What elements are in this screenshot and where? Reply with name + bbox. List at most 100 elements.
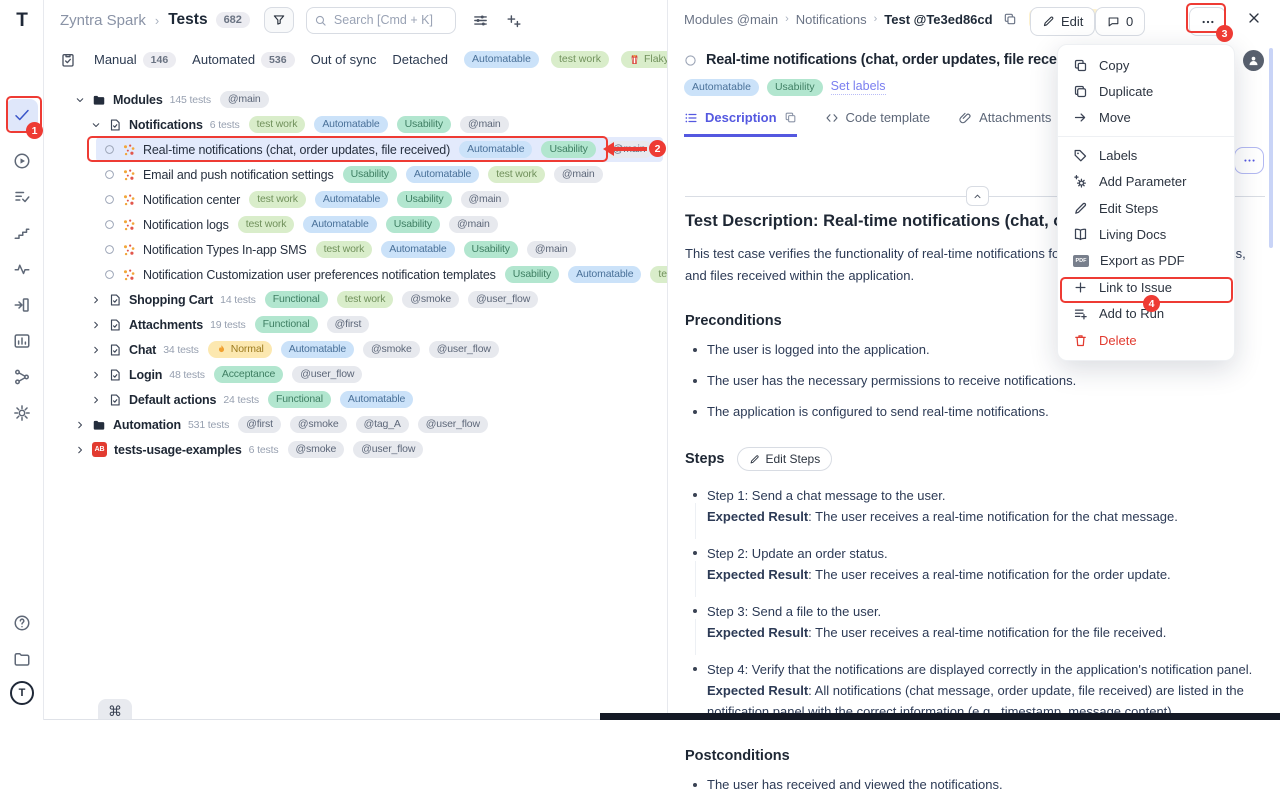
- menu-item-copy[interactable]: Copy: [1058, 52, 1234, 78]
- badge-label: Automatable: [414, 169, 471, 180]
- status-circle-icon: [104, 194, 115, 205]
- badge-test-work[interactable]: test work: [551, 51, 609, 68]
- menu-item-delete[interactable]: Delete: [1058, 327, 1234, 353]
- tree-test-7[interactable]: Notification Customization user preferen…: [44, 262, 667, 287]
- integrations-icon: [13, 368, 31, 386]
- tree-test-2[interactable]: Real-time notifications (chat, order upd…: [44, 137, 667, 162]
- chevron-right-icon[interactable]: [90, 319, 102, 331]
- badge-@main: @main: [460, 116, 509, 133]
- sidebar-item-account[interactable]: T: [7, 678, 37, 708]
- tree-item-title: Notification Types In-app SMS: [143, 243, 307, 257]
- comments-button[interactable]: 0: [1095, 7, 1145, 36]
- tab-attachments[interactable]: Attachments: [958, 110, 1051, 134]
- filter-tab-out-of-sync[interactable]: Out of sync: [311, 52, 377, 67]
- badge-label: Usability: [775, 82, 815, 93]
- tab-description[interactable]: Description: [684, 110, 797, 137]
- search-input[interactable]: [306, 7, 456, 34]
- view-settings-icon[interactable]: [472, 12, 489, 29]
- chevron-right-icon[interactable]: [74, 419, 86, 431]
- tree-suite-10[interactable]: Chat34 testsNormalAutomatable@smoke@user…: [44, 337, 667, 362]
- set-labels-link[interactable]: Set labels: [831, 79, 886, 95]
- chevron-right-icon[interactable]: [90, 394, 102, 406]
- test-title: Real-time notifications (chat, order upd…: [706, 52, 1090, 68]
- badge-usability: Usability: [505, 266, 559, 283]
- sidebar-item-integrations[interactable]: [7, 362, 37, 392]
- badge-label: test work: [246, 219, 287, 230]
- detail-breadcrumb-suite[interactable]: Notifications: [796, 12, 867, 27]
- badge-label: @user_flow: [426, 419, 480, 430]
- tree-suite-14[interactable]: ABtests-usage-examples6 tests@smoke@user…: [44, 437, 667, 462]
- edit-steps-button[interactable]: Edit Steps: [737, 447, 833, 471]
- badge-label: @user_flow: [437, 344, 491, 355]
- breadcrumb-section-tests[interactable]: Tests: [168, 11, 207, 29]
- tree-suite-8[interactable]: Shopping Cart14 testsFunctionaltest work…: [44, 287, 667, 312]
- sidebar-item-app-logo[interactable]: T: [7, 6, 37, 36]
- filter-tab-label: Manual: [94, 52, 137, 67]
- tree-suite-13[interactable]: Automation531 tests@first@smoke@tag_A@us…: [44, 412, 667, 437]
- chevron-down-icon[interactable]: [90, 119, 102, 131]
- tree-suite-9[interactable]: Attachments19 testsFunctional@first: [44, 312, 667, 337]
- tree-test-4[interactable]: Notification centertest workAutomatableU…: [44, 187, 667, 212]
- sidebar-item-milestones[interactable]: [7, 218, 37, 248]
- breadcrumb-app[interactable]: Zyntra Spark: [60, 12, 146, 29]
- badge-label: Functional: [276, 394, 323, 405]
- detail-scrollbar[interactable]: [1269, 48, 1273, 248]
- bulk-select-icon[interactable]: [60, 52, 76, 68]
- chevron-right-icon[interactable]: [90, 294, 102, 306]
- sidebar-item-activity[interactable]: [7, 254, 37, 284]
- chevron-right-icon[interactable]: [90, 369, 102, 381]
- avatar[interactable]: [1243, 50, 1264, 71]
- person-icon: [1247, 54, 1260, 67]
- sidebar-item-settings[interactable]: [7, 398, 37, 428]
- chevron-down-icon[interactable]: [74, 94, 86, 106]
- badge-@tag_a: @tag_A: [356, 416, 409, 433]
- badge-flaky[interactable]: Flaky: [621, 51, 668, 68]
- edit-button[interactable]: Edit: [1030, 7, 1095, 36]
- suite-doc-icon: [108, 343, 122, 357]
- collapse-section-button[interactable]: [966, 186, 989, 206]
- filter-tab-automated[interactable]: Automated536: [192, 52, 294, 68]
- bottom-edge-bar: [600, 713, 1280, 720]
- sidebar-item-projects[interactable]: [7, 644, 37, 674]
- move-icon: [1073, 110, 1088, 125]
- filter-tab-manual[interactable]: Manual146: [94, 52, 176, 68]
- sidebar-item-help[interactable]: [7, 608, 37, 638]
- tree-test-5[interactable]: Notification logstest workAutomatableUsa…: [44, 212, 667, 237]
- badge-functional: Functional: [255, 316, 318, 333]
- tree-test-3[interactable]: Email and push notification settingsUsab…: [44, 162, 667, 187]
- badge-@user_flow: @user_flow: [468, 291, 538, 308]
- menu-item-add-parameter[interactable]: Add Parameter: [1058, 169, 1234, 195]
- detail-breadcrumb-module[interactable]: Modules @main: [684, 12, 778, 27]
- filter-button[interactable]: [264, 7, 294, 33]
- annotation-number-4: 4: [1143, 295, 1160, 312]
- tree-test-6[interactable]: Notification Types In-app SMStest workAu…: [44, 237, 667, 262]
- sidebar-item-reports[interactable]: [7, 326, 37, 356]
- tree-suite-0[interactable]: Modules145 tests@main: [44, 87, 667, 112]
- tree-suite-11[interactable]: Login48 testsAcceptance@user_flow: [44, 362, 667, 387]
- suite-doc-icon: [108, 393, 122, 407]
- menu-item-move[interactable]: Move: [1058, 105, 1234, 131]
- copy-description-icon[interactable]: [784, 111, 797, 124]
- description-more-button[interactable]: [1234, 147, 1264, 174]
- filter-tab-detached[interactable]: Detached: [392, 52, 448, 67]
- sidebar-item-test-runs[interactable]: [7, 146, 37, 176]
- add-with-ai-icon[interactable]: [505, 12, 522, 29]
- menu-item-living-docs[interactable]: Living Docs: [1058, 221, 1234, 247]
- tree-suite-12[interactable]: Default actions24 testsFunctionalAutomat…: [44, 387, 667, 412]
- menu-item-edit-steps[interactable]: Edit Steps: [1058, 195, 1234, 221]
- sidebar-item-imports[interactable]: [7, 290, 37, 320]
- command-key-button[interactable]: ⌘: [98, 699, 132, 720]
- sidebar-item-test-plans[interactable]: [7, 182, 37, 212]
- list-item: The user has received and viewed the not…: [685, 776, 1265, 794]
- detail-close-icon[interactable]: [1246, 10, 1262, 26]
- copy-test-id-icon[interactable]: [1003, 12, 1017, 26]
- menu-item-export-as-pdf[interactable]: PDFExport as PDF: [1058, 248, 1234, 274]
- menu-item-labels[interactable]: Labels: [1058, 142, 1234, 168]
- badge-automatable[interactable]: Automatable: [464, 51, 539, 68]
- tab-code-template[interactable]: Code template: [825, 110, 931, 134]
- tree-suite-1[interactable]: Notifications6 teststest workAutomatable…: [44, 112, 667, 137]
- tests-icon: [13, 106, 31, 124]
- menu-item-duplicate[interactable]: Duplicate: [1058, 78, 1234, 104]
- chevron-right-icon[interactable]: [74, 444, 86, 456]
- chevron-right-icon[interactable]: [90, 344, 102, 356]
